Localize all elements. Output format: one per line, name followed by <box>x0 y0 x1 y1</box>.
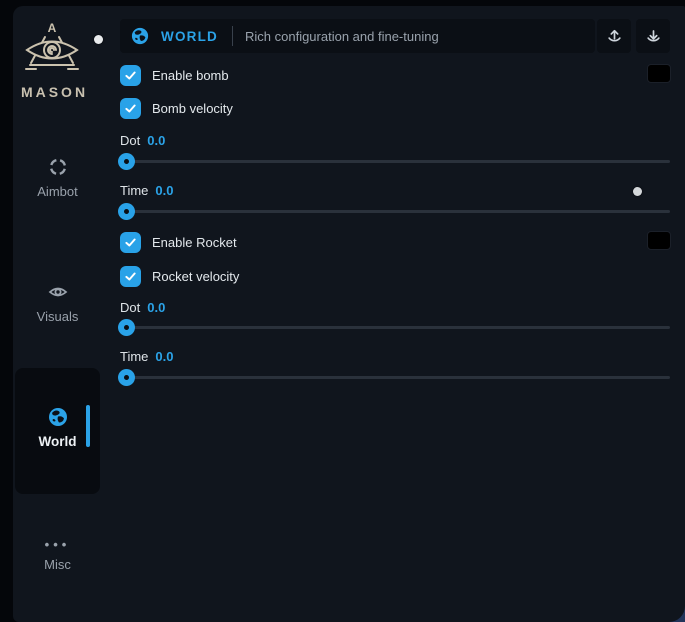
slider-label-time: Time 0.0 <box>120 348 670 365</box>
checkbox-label: Bomb velocity <box>152 101 233 116</box>
sidebar-item-world[interactable]: World <box>15 368 100 494</box>
rocket-color-swatch[interactable] <box>647 231 671 250</box>
crosshair-icon <box>48 157 68 177</box>
checkbox-enable-bomb[interactable]: Enable bomb <box>120 65 670 86</box>
slider-track[interactable] <box>120 210 670 213</box>
bomb-color-swatch[interactable] <box>647 64 671 83</box>
eye-icon <box>48 282 68 302</box>
sidebar-item-visuals[interactable]: Visuals <box>15 276 100 336</box>
slider-label-dot: Dot 0.0 <box>120 299 670 316</box>
sidebar-item-aimbot[interactable]: Aimbot <box>15 151 100 211</box>
cursor-dot <box>94 35 103 44</box>
sidebar-item-label: Aimbot <box>37 184 77 199</box>
ellipsis-icon: ••• <box>15 537 100 552</box>
sidebar-item-label: Visuals <box>37 309 79 324</box>
checkbox-checked-icon <box>120 65 141 86</box>
sidebar: A MASON Aimbot Visuals World <box>13 6 107 622</box>
checkbox-checked-icon <box>120 232 141 253</box>
app-window: A MASON Aimbot Visuals World <box>13 6 685 622</box>
mason-logo-icon: A <box>24 20 80 78</box>
globe-icon <box>48 407 68 427</box>
slider-time-rocket[interactable] <box>120 369 670 386</box>
selected-indicator-bar <box>86 405 90 447</box>
sidebar-item-misc[interactable]: ••• Misc <box>15 531 100 591</box>
checkbox-checked-icon <box>120 266 141 287</box>
slider-dot-rocket[interactable] <box>120 319 670 336</box>
slider-value: 0.0 <box>147 133 165 148</box>
brand-name: MASON <box>13 84 93 100</box>
checkbox-label: Rocket velocity <box>152 269 239 284</box>
slider-handle[interactable] <box>118 153 135 170</box>
svg-text:A: A <box>48 21 57 35</box>
slider-track[interactable] <box>120 376 670 379</box>
slider-handle[interactable] <box>118 203 135 220</box>
checkbox-enable-rocket[interactable]: Enable Rocket <box>120 232 670 253</box>
checkbox-label: Enable bomb <box>152 68 229 83</box>
checkbox-label: Enable Rocket <box>152 235 237 250</box>
slider-value: 0.0 <box>147 300 165 315</box>
slider-track[interactable] <box>120 160 670 163</box>
checkbox-bomb-velocity[interactable]: Bomb velocity <box>120 98 670 119</box>
checkbox-checked-icon <box>120 98 141 119</box>
slider-handle[interactable] <box>118 319 135 336</box>
slider-dot-bomb[interactable] <box>120 153 670 170</box>
settings-panel: Enable bomb Bomb velocity Dot 0.0 Time 0… <box>120 6 670 622</box>
slider-label-dot: Dot 0.0 <box>120 132 670 149</box>
sidebar-item-label: World <box>39 434 77 449</box>
slider-track[interactable] <box>120 326 670 329</box>
slider-label-time: Time 0.0 <box>120 182 670 199</box>
slider-value: 0.0 <box>155 183 173 198</box>
sidebar-item-label: Misc <box>44 557 71 572</box>
slider-value: 0.0 <box>155 349 173 364</box>
checkbox-rocket-velocity[interactable]: Rocket velocity <box>120 266 670 287</box>
slider-time-bomb[interactable] <box>120 203 670 220</box>
slider-handle[interactable] <box>118 369 135 386</box>
